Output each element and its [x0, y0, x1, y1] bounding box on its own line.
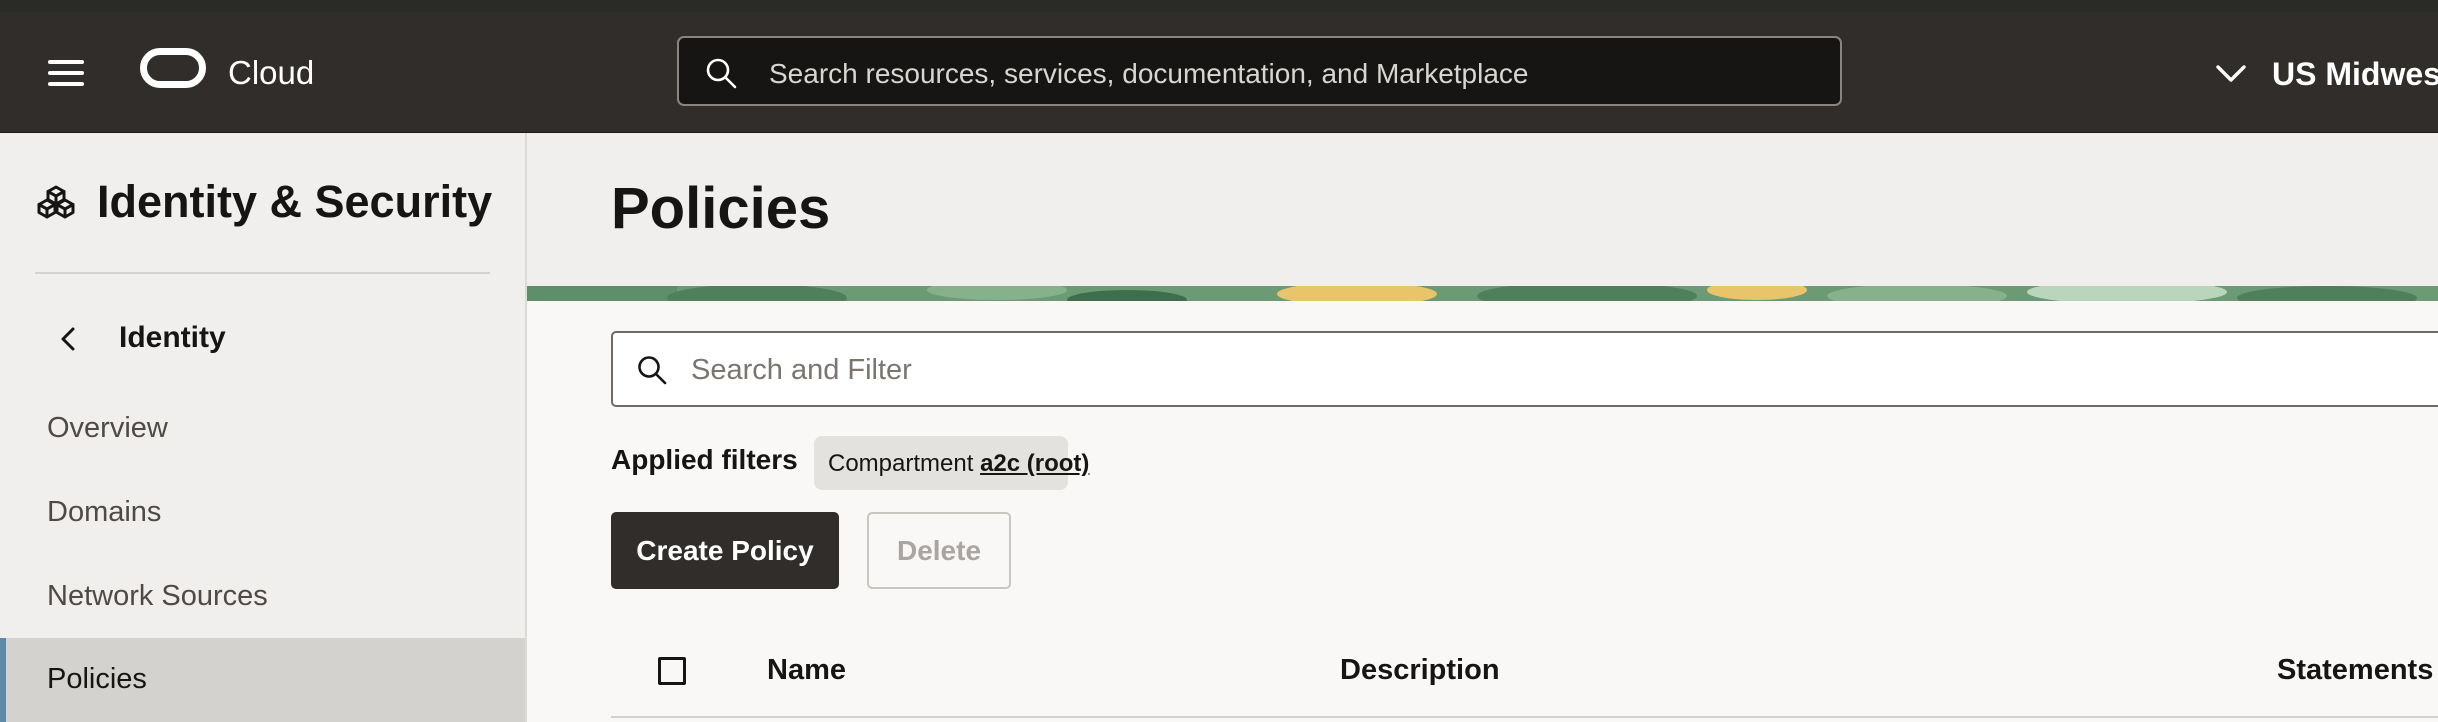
sidebar: Identity & Security Identity Overview Do…	[0, 133, 527, 722]
sidebar-item-label: Policies	[47, 663, 147, 695]
sidebar-title: Identity & Security	[97, 176, 493, 227]
column-header-statements[interactable]: Statements	[2277, 654, 2433, 687]
sidebar-item-network-sources[interactable]: Network Sources	[0, 555, 525, 639]
decorative-banner	[527, 286, 2438, 301]
applied-filters-label: Applied filters	[611, 444, 798, 475]
filter-chip-value[interactable]: a2c (root)	[980, 450, 1089, 477]
region-label: US Midwest	[2272, 56, 2438, 92]
top-navigation-bar: Cloud Search resources, services, docume…	[0, 12, 2438, 133]
filter-chip-name: Compartment	[828, 450, 974, 477]
sidebar-item-label: Domains	[47, 496, 162, 528]
sidebar-item-domains[interactable]: Domains	[0, 471, 525, 555]
search-and-filter-input[interactable]: Search and Filter	[611, 331, 2438, 407]
sidebar-item-label: Overview	[47, 412, 168, 444]
column-header-name[interactable]: Name	[767, 654, 846, 687]
page-title: Policies	[611, 176, 831, 241]
identity-cubes-icon	[37, 185, 75, 219]
banner-pattern	[527, 286, 2438, 301]
sidebar-divider	[35, 272, 490, 274]
search-icon	[638, 356, 667, 385]
brand-name[interactable]: Cloud	[228, 54, 314, 92]
chevron-left-icon	[61, 327, 75, 351]
delete-button: Delete	[867, 512, 1011, 589]
window-top-strip	[0, 0, 2438, 12]
select-all-checkbox[interactable]	[658, 657, 686, 685]
global-search-placeholder: Search resources, services, documentatio…	[769, 58, 1529, 89]
global-search-input[interactable]: Search resources, services, documentatio…	[677, 36, 1842, 106]
table-header-row: Name Description Statements	[611, 636, 2438, 718]
search-and-filter-placeholder: Search and Filter	[691, 354, 912, 386]
hamburger-menu-icon[interactable]	[48, 60, 86, 86]
back-link-label: Identity	[119, 321, 226, 354]
page-header: Policies	[527, 133, 2438, 286]
oracle-logo-icon[interactable]	[140, 48, 206, 88]
policies-content: Search and Filter Applied filters Compar…	[527, 301, 2438, 722]
sidebar-item-label: Network Sources	[47, 580, 268, 612]
compartment-filter-chip[interactable]: Compartment a2c (root)	[814, 436, 1089, 490]
filter-chip-text: Compartment a2c (root)	[828, 450, 1089, 478]
sidebar-item-overview[interactable]: Overview	[0, 387, 525, 471]
create-policy-button[interactable]: Create Policy	[611, 512, 839, 589]
search-icon	[706, 58, 737, 89]
sidebar-item-policies[interactable]: Policies	[0, 638, 525, 722]
chevron-down-icon	[2216, 65, 2246, 82]
column-header-description[interactable]: Description	[1340, 654, 1500, 687]
